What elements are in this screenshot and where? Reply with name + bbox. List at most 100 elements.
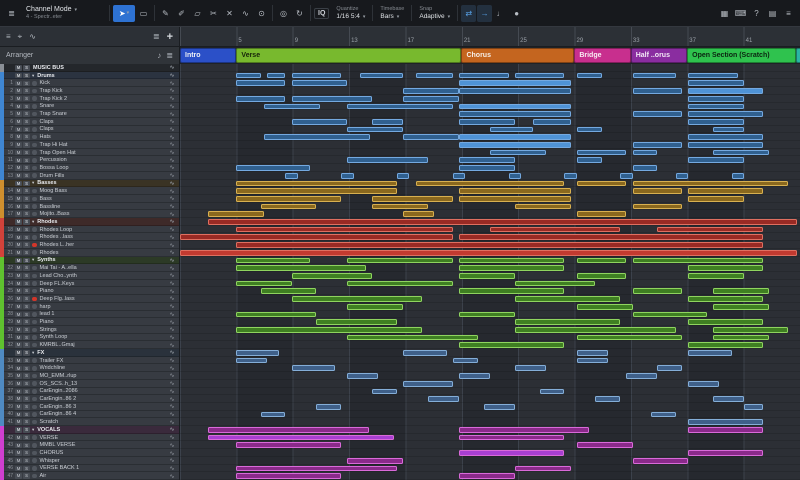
audio-clip[interactable] xyxy=(459,88,571,94)
audio-clip[interactable] xyxy=(713,150,769,156)
mute-button[interactable]: M xyxy=(15,396,22,402)
solo-button[interactable]: S xyxy=(23,304,30,310)
record-arm-button[interactable] xyxy=(32,143,37,148)
mute-button[interactable]: M xyxy=(15,173,22,179)
track-lane[interactable] xyxy=(180,241,800,249)
track-lane[interactable] xyxy=(180,472,800,480)
audio-clip[interactable] xyxy=(564,173,576,179)
audio-clip[interactable] xyxy=(236,442,341,448)
autoscroll-toggle-button[interactable]: ⇄ xyxy=(461,5,476,22)
track-header-40[interactable]: 40MSCarEngin..86 4∿ xyxy=(0,411,179,419)
track-header-17[interactable]: 17MSMojito..Bass∿ xyxy=(0,210,179,218)
audio-clip[interactable] xyxy=(688,188,762,194)
track-header-13[interactable]: 13MSDrum Fills∿ xyxy=(0,172,179,180)
solo-button[interactable]: S xyxy=(23,150,30,156)
solo-button[interactable]: S xyxy=(23,296,30,302)
audio-clip[interactable] xyxy=(347,304,403,310)
track-lane[interactable] xyxy=(180,149,800,157)
audio-clip[interactable] xyxy=(347,458,403,464)
keyboard-button[interactable]: ⌨ xyxy=(733,5,748,22)
track-header-3[interactable]: 3MSTrap Kick 2∿ xyxy=(0,95,179,103)
audio-clip[interactable] xyxy=(515,466,571,472)
audio-clip[interactable] xyxy=(403,381,453,387)
collapse-caret-icon[interactable]: ▾ xyxy=(32,219,34,225)
track-menu-icon[interactable]: ≡ xyxy=(6,32,11,41)
audio-clip[interactable] xyxy=(347,373,378,379)
record-arm-button[interactable] xyxy=(32,197,37,202)
record-arm-button[interactable] xyxy=(32,320,37,325)
audio-clip[interactable] xyxy=(236,312,317,318)
mute-button[interactable]: M xyxy=(15,211,22,217)
browser-view-button[interactable]: ≡ xyxy=(781,5,796,22)
track-header-15[interactable]: 15MSBass∿ xyxy=(0,195,179,203)
track-header-38[interactable]: 38MSCarEngin..86 2∿ xyxy=(0,395,179,403)
mixer-view-button[interactable]: ▤ xyxy=(765,5,780,22)
record-mode-button[interactable]: ● xyxy=(509,5,524,22)
solo-button[interactable]: S xyxy=(23,466,30,472)
mute-button[interactable]: M xyxy=(15,88,22,94)
audio-clip[interactable] xyxy=(577,73,602,79)
record-arm-button[interactable] xyxy=(32,374,37,379)
track-header-46[interactable]: 46MSVERSE BACK 1∿ xyxy=(0,465,179,473)
audio-clip[interactable] xyxy=(633,288,683,294)
mute-button[interactable]: M xyxy=(15,96,22,102)
snap-selector[interactable]: Snap Adaptive▾ xyxy=(415,6,454,20)
track-lane[interactable] xyxy=(180,280,800,288)
mute-button[interactable]: M xyxy=(15,111,22,117)
audio-clip[interactable] xyxy=(372,119,403,125)
arrow-tool-button[interactable]: ➤▾ xyxy=(113,5,135,22)
solo-button[interactable]: S xyxy=(23,158,30,164)
arranger-section-intro[interactable]: Intro xyxy=(180,48,236,63)
audio-clip[interactable] xyxy=(236,358,267,364)
mute-button[interactable]: M xyxy=(15,142,22,148)
audio-clip[interactable] xyxy=(688,96,744,102)
audio-clip[interactable] xyxy=(208,211,264,217)
record-arm-button[interactable] xyxy=(32,420,37,425)
track-header-6[interactable]: 6MSClaps∿ xyxy=(0,118,179,126)
track-header-21[interactable]: 21MSRhodes∿ xyxy=(0,249,179,257)
record-arm-button[interactable] xyxy=(32,358,37,363)
solo-button[interactable]: S xyxy=(23,235,30,241)
audio-clip[interactable] xyxy=(459,473,515,479)
audio-clip[interactable] xyxy=(236,181,397,187)
audio-clip[interactable] xyxy=(688,111,762,117)
mute-button[interactable]: M xyxy=(15,104,22,110)
solo-button[interactable]: S xyxy=(23,342,30,348)
mute-button[interactable]: M xyxy=(15,273,22,279)
eraser-tool-button[interactable]: ▱ xyxy=(190,5,205,22)
track-lane[interactable] xyxy=(180,164,800,172)
record-arm-button[interactable] xyxy=(32,212,37,217)
record-arm-button[interactable] xyxy=(32,235,37,240)
audio-clip[interactable] xyxy=(459,188,571,194)
mute-button[interactable]: M xyxy=(15,158,22,164)
automation-wave-icon[interactable]: ∿ xyxy=(29,32,36,41)
audio-clip[interactable] xyxy=(688,419,762,425)
audio-clip[interactable] xyxy=(180,250,797,256)
track-lane[interactable] xyxy=(180,303,800,311)
audio-clip[interactable] xyxy=(236,165,310,171)
audio-clip[interactable] xyxy=(688,119,744,125)
solo-button[interactable]: S xyxy=(23,473,30,479)
audio-clip[interactable] xyxy=(264,134,369,140)
audio-clip[interactable] xyxy=(577,157,602,163)
track-header-30[interactable]: 30MSStrings∿ xyxy=(0,326,179,334)
solo-button[interactable]: S xyxy=(23,288,30,294)
audio-clip[interactable] xyxy=(577,127,602,133)
audio-clip[interactable] xyxy=(688,80,744,86)
record-arm-button[interactable] xyxy=(32,451,37,456)
audio-clip[interactable] xyxy=(416,181,565,187)
audio-clip[interactable] xyxy=(403,96,459,102)
track-header-23[interactable]: 23MSLead Cho..ynth∿ xyxy=(0,272,179,280)
track-lane[interactable] xyxy=(180,364,800,372)
track-header-16[interactable]: 16MSBassline∿ xyxy=(0,203,179,211)
audio-clip[interactable] xyxy=(620,173,632,179)
group-header-music-bus[interactable]: MSMUSIC BUS∿ xyxy=(0,64,179,72)
track-lane[interactable] xyxy=(180,272,800,280)
audio-clip[interactable] xyxy=(459,196,571,202)
track-lane[interactable] xyxy=(180,357,800,365)
audio-clip[interactable] xyxy=(515,73,565,79)
audio-clip[interactable] xyxy=(633,150,658,156)
track-lane[interactable] xyxy=(180,426,800,434)
track-header-29[interactable]: 29MSPiano∿ xyxy=(0,318,179,326)
record-arm-button[interactable] xyxy=(32,412,37,417)
